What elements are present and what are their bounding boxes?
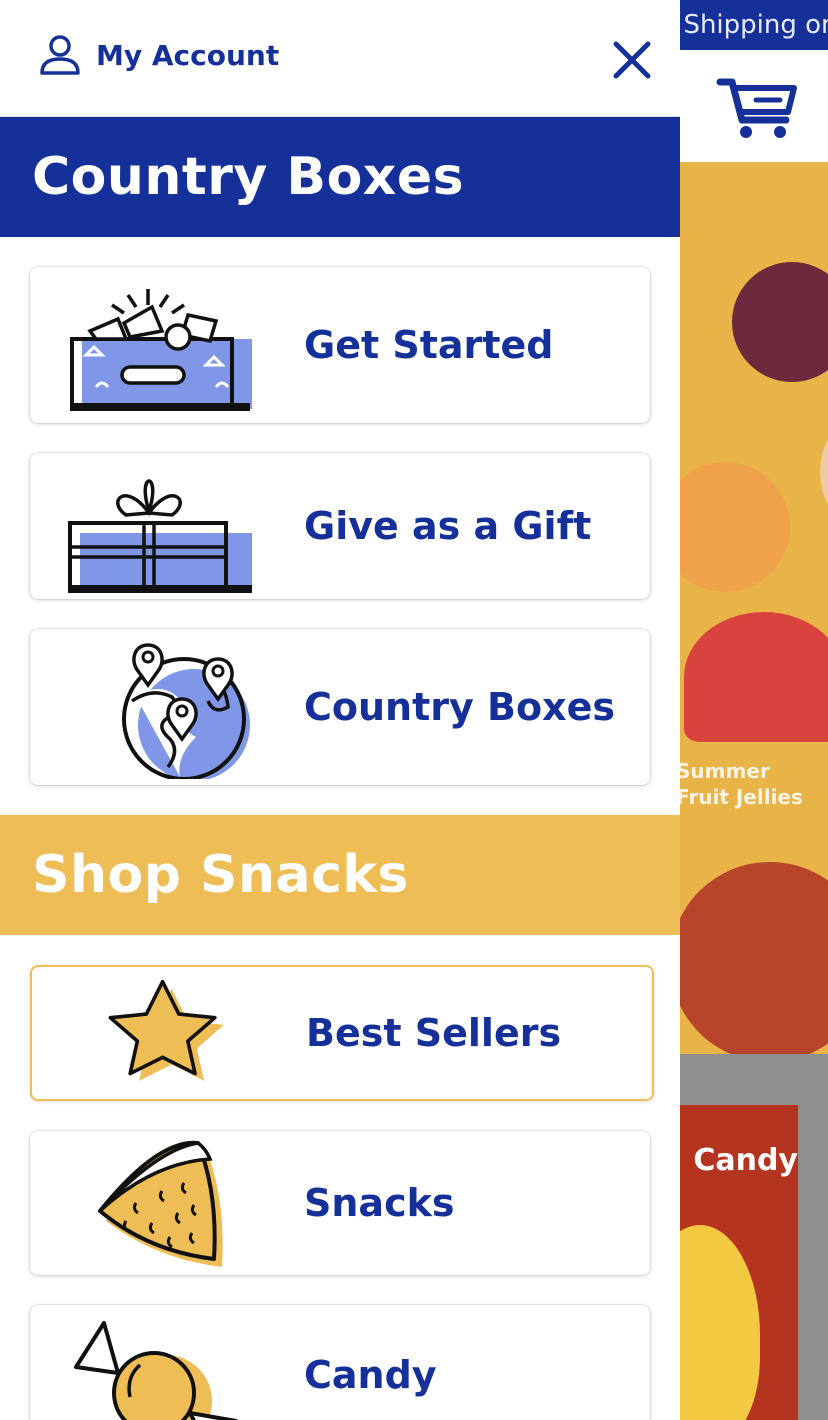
menu-item-snacks[interactable]: Snacks <box>30 1131 650 1275</box>
product-card: Candy <box>680 1105 798 1420</box>
promo-text: Free Shipping on Orders <box>680 10 828 40</box>
section-title: Shop Snacks <box>32 845 409 905</box>
close-icon[interactable] <box>608 36 656 84</box>
menu-item-label: Snacks <box>304 1181 455 1225</box>
chip-icon <box>98 1140 223 1267</box>
my-account-link[interactable]: My Account <box>38 32 279 78</box>
menu-item-country-boxes[interactable]: Country Boxes <box>30 629 650 785</box>
cart-icon[interactable] <box>716 74 800 140</box>
globe-pins-icon <box>122 643 250 779</box>
menu-item-label: Get Started <box>304 323 554 367</box>
section-shop-snacks: Shop Snacks <box>0 815 680 935</box>
hero-caption: Summer Fruit Jellies <box>676 759 803 809</box>
hero-image <box>680 162 828 1054</box>
user-icon <box>40 35 80 75</box>
menu-item-label: Best Sellers <box>306 1011 562 1055</box>
navigation-drawer: My Account Country Boxes Get Started Giv… <box>0 0 680 1420</box>
gift-icon <box>68 479 252 593</box>
menu-item-best-sellers[interactable]: Best Sellers <box>30 965 654 1101</box>
menu-item-get-started[interactable]: Get Started <box>30 267 650 423</box>
section-title: Country Boxes <box>32 147 465 207</box>
product-image <box>680 1225 760 1420</box>
menu-item-label: Country Boxes <box>304 685 615 729</box>
my-account-label: My Account <box>96 38 280 72</box>
drawer-header: My Account <box>0 0 680 118</box>
menu-item-label: Candy <box>304 1353 437 1397</box>
open-box-icon <box>70 289 252 411</box>
candy-icon <box>74 1321 238 1420</box>
menu-item-candy[interactable]: Candy <box>30 1305 650 1420</box>
product-card-title: Candy <box>693 1143 798 1178</box>
section-country-boxes: Country Boxes <box>0 117 680 237</box>
menu-item-label: Give as a Gift <box>304 504 592 548</box>
menu-item-give-as-gift[interactable]: Give as a Gift <box>30 453 650 599</box>
star-icon <box>108 979 224 1081</box>
